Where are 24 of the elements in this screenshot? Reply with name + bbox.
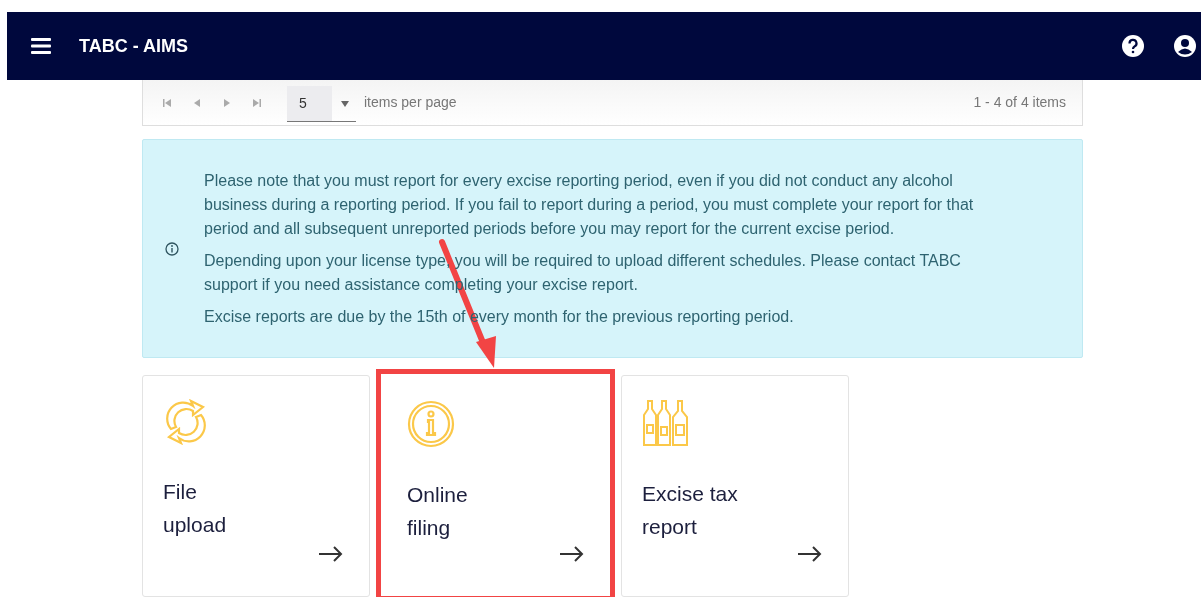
first-page-icon[interactable] <box>163 98 171 107</box>
next-page-icon[interactable] <box>223 98 231 107</box>
item-range-text: 1 - 4 of 4 items <box>973 93 1066 112</box>
caret-icon <box>341 100 349 107</box>
page-size-label: items per page <box>364 93 457 112</box>
card-title: Excise tax report <box>642 481 739 540</box>
option-card[interactable]: Online filing <box>376 369 615 597</box>
account-icon[interactable] <box>1174 35 1196 57</box>
refresh-icon <box>163 399 209 445</box>
card-title: File upload <box>163 479 228 538</box>
arrow-right-icon <box>560 546 584 562</box>
option-card[interactable]: Excise tax report <box>621 375 849 597</box>
previous-page-icon[interactable] <box>193 98 201 107</box>
arrow-right-icon <box>319 546 343 562</box>
arrow-right-icon <box>798 546 822 562</box>
last-page-icon[interactable] <box>253 98 261 107</box>
info-circle-icon <box>407 400 455 448</box>
info-icon <box>165 241 179 256</box>
bottles-icon <box>642 399 690 447</box>
option-card[interactable]: File upload <box>142 375 370 597</box>
app-title: TABC - AIMS <box>79 34 188 58</box>
help-icon[interactable] <box>1122 35 1144 57</box>
notice-text: Please note that you must report for every excise reporting period, even if you did not conduct any alcohol business during a reporting period. If you fail to report during a period, you must complete your report for that period and all subsequent unreported periods before you may report for the current excise period. <box>204 170 975 239</box>
card-title: Online filing <box>407 482 469 541</box>
